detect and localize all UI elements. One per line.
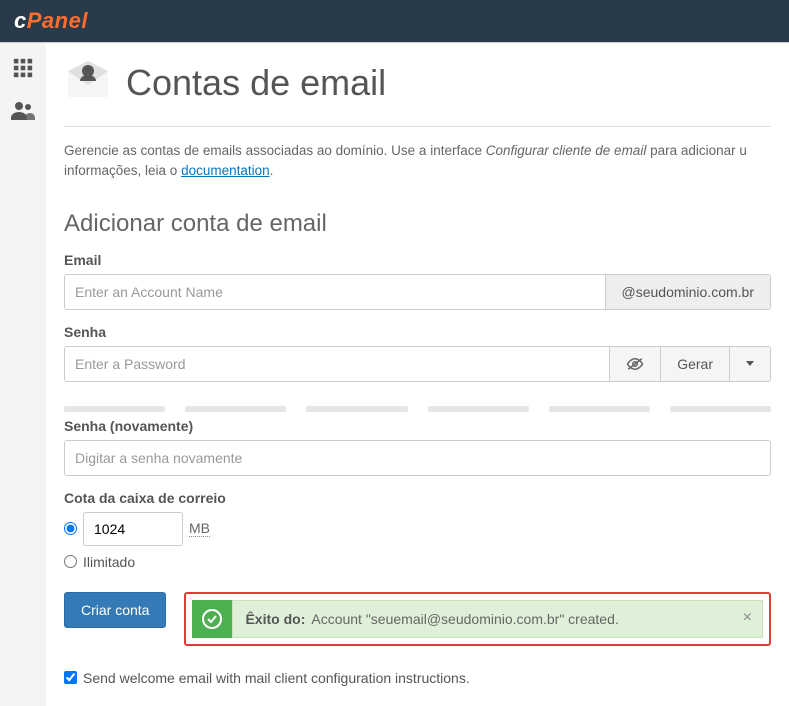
strength-seg-5 bbox=[549, 406, 650, 412]
email-label: Email bbox=[64, 252, 771, 268]
page-title: Contas de email bbox=[126, 62, 386, 104]
password-field-group: Senha Gerar bbox=[46, 324, 789, 396]
quota-unlimited-row: Ilimitado bbox=[64, 554, 771, 570]
success-alert: Êxito do: Account "seuemail@seudominio.c… bbox=[184, 592, 771, 646]
password-again-input[interactable] bbox=[65, 441, 770, 475]
content: Contas de email Gerencie as contas de em… bbox=[46, 43, 789, 706]
quota-size-input[interactable] bbox=[83, 512, 183, 546]
email-accounts-icon bbox=[64, 57, 112, 108]
apps-grid-icon[interactable] bbox=[12, 57, 34, 82]
password-label: Senha bbox=[64, 324, 771, 340]
users-icon[interactable] bbox=[11, 100, 35, 123]
strength-seg-2 bbox=[185, 406, 286, 412]
quota-unit: MB bbox=[189, 520, 210, 537]
logo-panel: Panel bbox=[27, 8, 88, 33]
top-bar: cPanel bbox=[0, 0, 789, 42]
welcome-email-checkbox[interactable] bbox=[64, 671, 77, 684]
desc-prefix: Gerencie as contas de emails associadas … bbox=[64, 143, 486, 158]
password-input[interactable] bbox=[65, 347, 609, 381]
strength-seg-1 bbox=[64, 406, 165, 412]
password-strength-meter bbox=[46, 396, 789, 418]
alert-heading: Êxito do: bbox=[245, 611, 305, 627]
quota-unlimited-radio[interactable] bbox=[64, 555, 77, 568]
password-again-field-group: Senha (novamente) bbox=[46, 418, 789, 490]
password-dropdown-toggle[interactable] bbox=[729, 347, 770, 381]
main-wrap: Contas de email Gerencie as contas de em… bbox=[0, 42, 789, 706]
email-input-group: @seudominio.com.br bbox=[64, 274, 771, 310]
alert-message: Account "seuemail@seudominio.com.br" cre… bbox=[311, 611, 618, 627]
quota-sized-row: MB bbox=[64, 512, 771, 546]
password-again-label: Senha (novamente) bbox=[64, 418, 771, 434]
quota-sized-radio[interactable] bbox=[64, 522, 77, 535]
eye-slash-icon bbox=[626, 357, 644, 371]
left-rail bbox=[0, 43, 46, 706]
toggle-visibility-button[interactable] bbox=[609, 347, 660, 381]
quota-unlimited-label: Ilimitado bbox=[83, 554, 135, 570]
strength-seg-4 bbox=[428, 406, 529, 412]
page-header: Contas de email bbox=[46, 43, 789, 126]
desc-period: . bbox=[270, 163, 274, 178]
desc-em: Configurar cliente de email bbox=[486, 143, 647, 158]
cpanel-logo: cPanel bbox=[14, 8, 88, 34]
divider-top bbox=[64, 126, 771, 127]
checkmark-circle-icon bbox=[202, 609, 222, 629]
close-icon: × bbox=[743, 609, 752, 626]
alert-close-button[interactable]: × bbox=[743, 609, 752, 627]
generate-password-button[interactable]: Gerar bbox=[660, 347, 729, 381]
password-again-input-group bbox=[64, 440, 771, 476]
strength-seg-6 bbox=[670, 406, 771, 412]
email-field-group: Email @seudominio.com.br bbox=[46, 252, 789, 324]
welcome-email-label: Send welcome email with mail client conf… bbox=[83, 670, 470, 686]
chevron-down-icon bbox=[746, 361, 754, 366]
password-input-group: Gerar bbox=[64, 346, 771, 382]
desc-suffix2: informações, leia o bbox=[64, 163, 181, 178]
documentation-link[interactable]: documentation bbox=[181, 163, 270, 178]
quota-label: Cota da caixa de correio bbox=[64, 490, 771, 506]
email-input[interactable] bbox=[65, 275, 605, 309]
domain-addon: @seudominio.com.br bbox=[605, 275, 771, 309]
logo-c: c bbox=[14, 8, 27, 33]
page-description: Gerencie as contas de emails associadas … bbox=[46, 141, 789, 182]
create-row: Criar conta Êxito do: Account "seuemail@… bbox=[46, 592, 789, 646]
desc-suffix1: para adicionar u bbox=[646, 143, 747, 158]
add-account-heading: Adicionar conta de email bbox=[46, 182, 789, 252]
strength-seg-3 bbox=[306, 406, 407, 412]
quota-field-group: Cota da caixa de correio MB Ilimitado bbox=[46, 490, 789, 592]
alert-body: Êxito do: Account "seuemail@seudominio.c… bbox=[232, 600, 763, 638]
create-account-button[interactable]: Criar conta bbox=[64, 592, 166, 628]
welcome-email-row: Send welcome email with mail client conf… bbox=[46, 646, 789, 686]
success-icon-col bbox=[192, 600, 232, 638]
